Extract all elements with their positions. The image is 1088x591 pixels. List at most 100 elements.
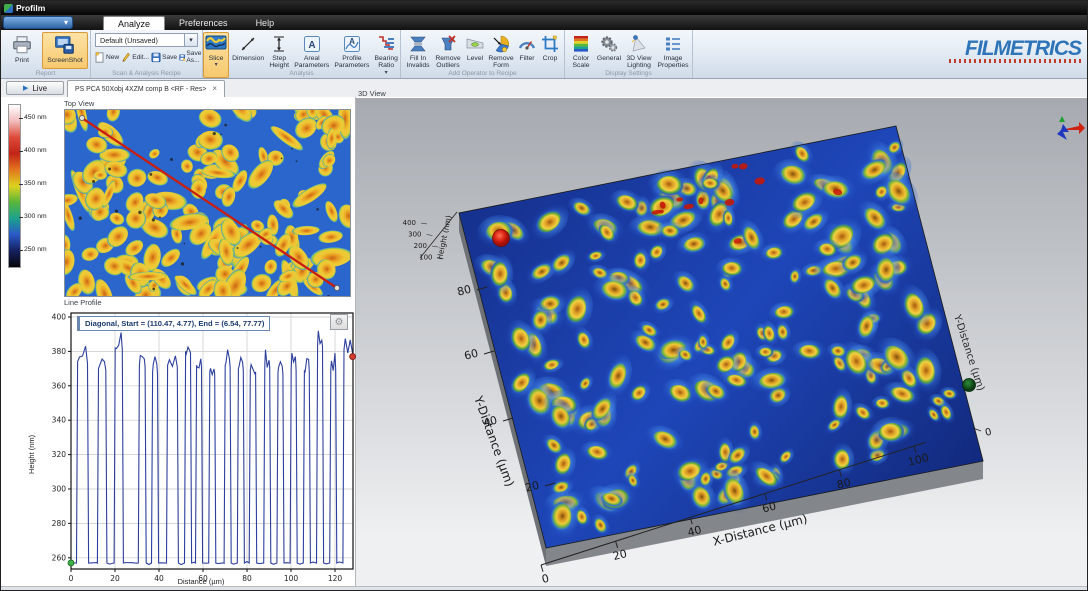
orientation-axes-icon[interactable] <box>1057 116 1085 140</box>
document-tab[interactable]: PS PCA 50Xobj 4XZM comp B <RF - Res> × <box>67 80 225 97</box>
color-scale-tick <box>19 118 23 119</box>
recipe-save-as-button[interactable]: Save As... <box>178 49 206 65</box>
top-view-image[interactable] <box>64 109 351 297</box>
print-button[interactable]: Print <box>3 32 41 69</box>
chevron-down-icon: ▾ <box>215 62 218 68</box>
recipe-name: Default (Unsaved) <box>95 33 185 47</box>
svg-text:0: 0 <box>540 572 550 586</box>
profile-annotation: Diagonal, Start = (110.47, 4.77), End = … <box>77 316 270 331</box>
svg-text:300: 300 <box>408 231 421 239</box>
top-view-label: Top View <box>64 99 94 108</box>
application-menu-button[interactable]: ▾ <box>3 16 73 29</box>
image-properties-button[interactable]: Image Properties <box>656 32 690 72</box>
svg-text:80: 80 <box>456 283 473 299</box>
menu-analyze[interactable]: Analyze <box>103 16 165 30</box>
fill-in-invalids-icon <box>408 34 428 54</box>
window-title: Profilm <box>16 3 45 13</box>
general-settings-button[interactable]: General <box>596 32 622 72</box>
menu-preferences[interactable]: Preferences <box>165 15 242 30</box>
recipe-new-button[interactable]: New <box>94 49 120 65</box>
dimension-icon <box>238 34 258 54</box>
color-scale-icon <box>572 34 590 54</box>
ribbon-group-report: Print ScreenShot Report <box>1 30 91 78</box>
group-label-add-operator: Add Operator to Recipe <box>401 70 564 77</box>
recipe-select[interactable]: Default (Unsaved) ▾ <box>95 33 198 47</box>
filter-button[interactable]: Filter <box>516 32 538 72</box>
svg-text:260: 260 <box>52 553 67 562</box>
document-tab-title: PS PCA 50Xobj 4XZM comp B <RF - Res> <box>75 86 206 93</box>
live-button-label: Live <box>32 84 47 93</box>
svg-text:120: 120 <box>328 574 343 583</box>
svg-text:20: 20 <box>110 574 120 583</box>
3d-surface-plot[interactable]: 020406080100X-Distance (µm)80604020Y-Dis… <box>356 98 1088 586</box>
svg-text:A: A <box>349 37 355 46</box>
recipe-edit-button[interactable]: Edit... <box>120 49 150 65</box>
color-scale-value: 350 nm <box>24 180 47 187</box>
remove-form-icon <box>491 34 511 54</box>
tab-strip: ▶ Live PS PCA 50Xobj 4XZM comp B <RF - R… <box>1 79 1088 97</box>
recipe-save-button[interactable]: Save <box>150 49 178 65</box>
fill-in-invalids-button[interactable]: Fill In Invalids <box>404 32 432 72</box>
line-profile-chart[interactable]: 260280300320340360380400020406080100120 <box>41 307 356 587</box>
svg-text:100: 100 <box>284 574 299 583</box>
svg-text:400: 400 <box>403 219 416 227</box>
live-button[interactable]: ▶ Live <box>6 81 64 95</box>
areal-parameters-icon: A <box>302 34 322 54</box>
color-scale-button[interactable]: Color Scale <box>567 32 595 72</box>
remove-outliers-icon <box>438 34 458 54</box>
ribbon-group-add-operator: Fill In Invalids Remove Outliers Le <box>401 30 565 78</box>
svg-text:400: 400 <box>52 313 67 322</box>
tab-close-icon[interactable]: × <box>212 85 217 93</box>
color-scale-value: 400 nm <box>24 147 47 154</box>
svg-text:60: 60 <box>463 347 480 363</box>
app-logo-icon <box>4 4 13 13</box>
level-icon <box>465 34 485 54</box>
pencil-icon <box>121 52 131 63</box>
3d-view-lighting-button[interactable]: 3D View Lighting <box>623 32 655 72</box>
chevron-down-icon: ▾ <box>189 36 193 44</box>
menu-help[interactable]: Help <box>242 15 289 30</box>
svg-text:380: 380 <box>52 347 67 356</box>
screenshot-button[interactable]: ScreenShot <box>42 32 88 69</box>
gear-icon <box>599 34 619 54</box>
svg-text:340: 340 <box>52 416 67 425</box>
remove-form-button[interactable]: Remove Form <box>487 32 515 72</box>
3d-view-label: 3D View <box>358 89 386 98</box>
color-scale-value: 250 nm <box>24 246 47 253</box>
ribbon: Print ScreenShot Report Default (Unsaved… <box>1 30 1088 79</box>
filmetrics-logo: FILMETRICS <box>911 38 1081 63</box>
color-scale-tick <box>19 217 23 218</box>
ribbon-group-recipe: Default (Unsaved) ▾ New <box>91 30 203 78</box>
new-page-icon <box>95 52 105 63</box>
color-scale-tick <box>19 184 23 185</box>
remove-outliers-button[interactable]: Remove Outliers <box>433 32 463 72</box>
svg-text:200: 200 <box>414 242 427 250</box>
chart-settings-gear-button[interactable]: ⚙ <box>330 314 348 330</box>
ribbon-group-analysis: Slice ▾ Dimension <box>203 30 401 78</box>
save-as-disk-icon <box>179 52 185 63</box>
group-label-report: Report <box>1 70 90 77</box>
gear-icon: ⚙ <box>335 317 344 328</box>
svg-text:0: 0 <box>69 574 74 583</box>
step-height-icon <box>269 34 289 54</box>
profile-x-axis-title: Distance (µm) <box>121 577 281 586</box>
status-bar <box>1 586 1088 591</box>
recipe-dropdown-arrow[interactable]: ▾ <box>185 33 198 47</box>
height-color-scale <box>8 104 21 268</box>
profilm-window: Profilm ▾ Analyze Preferences Help Print <box>0 0 1088 591</box>
level-button[interactable]: Level <box>464 32 486 72</box>
slice-icon <box>205 34 227 54</box>
ribbon-group-display-settings: Color Scale General <box>565 30 693 78</box>
color-scale-tick <box>19 151 23 152</box>
svg-text:320: 320 <box>52 450 67 459</box>
crop-icon <box>540 34 560 54</box>
crop-button[interactable]: Crop <box>539 32 561 72</box>
svg-text:Height (nm): Height (nm) <box>435 214 453 260</box>
group-label-analysis: Analysis <box>203 70 400 77</box>
filter-icon <box>517 34 537 54</box>
color-scale-tick <box>19 250 23 251</box>
group-label-display-settings: Display Settings <box>565 70 692 77</box>
play-icon: ▶ <box>23 85 28 92</box>
color-scale-value: 300 nm <box>24 213 47 220</box>
menu-bar: ▾ Analyze Preferences Help <box>1 15 1088 30</box>
